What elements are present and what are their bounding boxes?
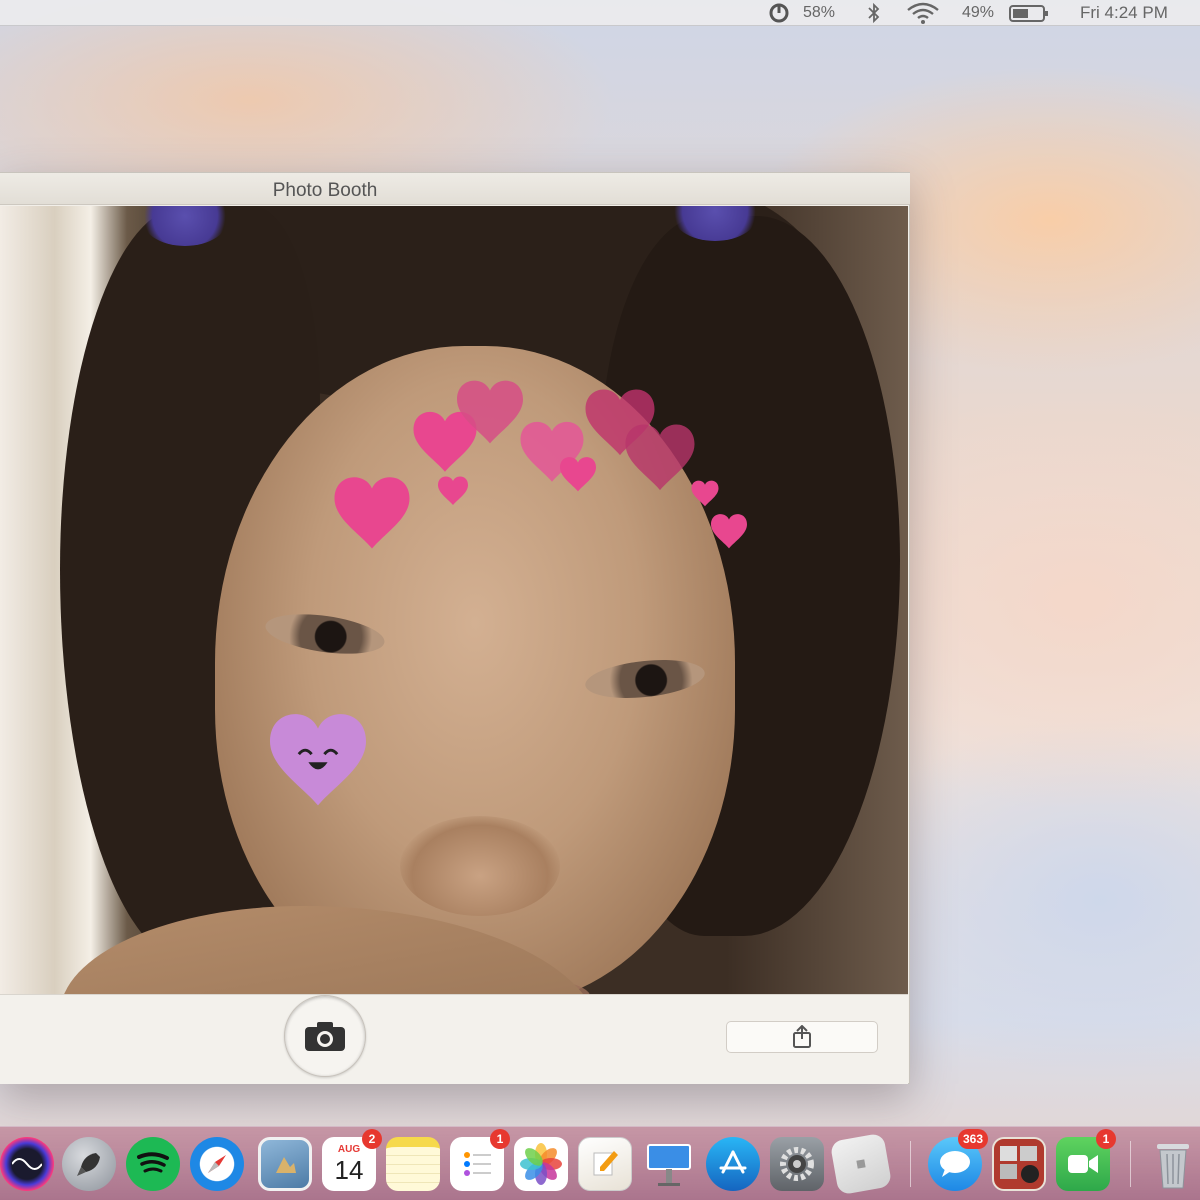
dock-item-trash[interactable] <box>1146 1137 1200 1191</box>
heart-icon <box>625 424 695 491</box>
app-store-icon <box>719 1150 747 1174</box>
wifi-icon[interactable] <box>906 0 940 26</box>
dock-item-launchpad[interactable] <box>62 1137 116 1191</box>
compass-icon <box>208 1155 226 1173</box>
calendar-day: 14 <box>334 1155 364 1185</box>
facetime-icon <box>1068 1155 1098 1173</box>
dock-separator <box>1130 1141 1131 1187</box>
roblox-icon <box>856 1159 866 1169</box>
battery-icon[interactable] <box>1008 0 1050 26</box>
dock-item-pages[interactable] <box>578 1137 632 1191</box>
dock-item-keynote[interactable] <box>642 1137 696 1191</box>
menu-bar: 58% 49% Fri 4:24 PM <box>0 0 1200 26</box>
heart-effect-overlay <box>270 380 747 806</box>
dock-item-notes[interactable] <box>386 1137 440 1191</box>
dock-item-roblox[interactable] <box>829 1132 893 1196</box>
pages-icon <box>593 1151 618 1176</box>
dock-item-photo-booth[interactable] <box>992 1137 1046 1191</box>
dock-item-photos[interactable] <box>514 1137 568 1191</box>
dock-item-safari[interactable] <box>190 1137 244 1191</box>
dock-item-calendar[interactable]: AUG 14 2 <box>322 1129 382 1191</box>
menu-bar-clock[interactable]: Fri 4:24 PM <box>1080 0 1168 26</box>
heart-icon <box>334 477 410 549</box>
window-title: Photo Booth <box>272 180 378 201</box>
dock-item-system-preferences[interactable] <box>770 1137 824 1191</box>
calendar-badge: 2 <box>362 1129 382 1149</box>
rocket-icon <box>77 1153 100 1176</box>
dock-item-messages[interactable]: 363 <box>928 1129 988 1191</box>
siri-icon <box>12 1158 42 1170</box>
dock-item-siri[interactable] <box>0 1137 54 1191</box>
dock-separator <box>910 1141 911 1187</box>
reminders-icon <box>464 1152 491 1176</box>
camera-preview <box>0 206 908 994</box>
control-center-icon[interactable] <box>766 0 792 26</box>
heart-icon <box>691 480 719 507</box>
share-button[interactable] <box>726 1021 878 1053</box>
dock-item-reminders[interactable]: 1 <box>450 1129 510 1191</box>
smiling-heart-icon <box>270 714 366 806</box>
gear-icon <box>780 1147 814 1181</box>
dock-item-app-store[interactable] <box>706 1137 760 1191</box>
trash-icon <box>1157 1144 1189 1189</box>
battery-percent: 49% <box>962 4 995 21</box>
reminders-badge: 1 <box>490 1129 510 1149</box>
share-icon <box>793 1025 811 1048</box>
photo-booth-icon <box>1000 1146 1039 1183</box>
photo-booth-window: Photo Booth <box>0 172 910 1084</box>
control-bar <box>0 994 908 1084</box>
photos-icon <box>520 1143 562 1185</box>
dock: AUG 14 2 1 363 1 <box>0 1126 1200 1200</box>
bluetooth-icon[interactable] <box>866 0 882 26</box>
control-center-percent: 58% <box>803 4 836 21</box>
messages-icon <box>940 1151 970 1177</box>
heart-icon <box>711 514 747 549</box>
dock-item-facetime[interactable]: 1 <box>1056 1129 1116 1191</box>
preview-icon <box>276 1157 296 1173</box>
dock-item-spotify[interactable] <box>126 1137 180 1191</box>
spotify-icon <box>137 1152 169 1173</box>
heart-icon <box>560 457 596 492</box>
heart-icon <box>438 476 468 505</box>
take-photo-button[interactable] <box>284 995 366 1077</box>
dock-item-preview[interactable] <box>258 1137 312 1191</box>
window-titlebar[interactable]: Photo Booth <box>0 173 910 205</box>
camera-icon <box>305 1022 345 1051</box>
heart-icon <box>413 411 477 472</box>
keynote-icon <box>647 1144 691 1186</box>
facetime-badge: 1 <box>1096 1129 1116 1149</box>
messages-badge: 363 <box>957 1129 988 1149</box>
